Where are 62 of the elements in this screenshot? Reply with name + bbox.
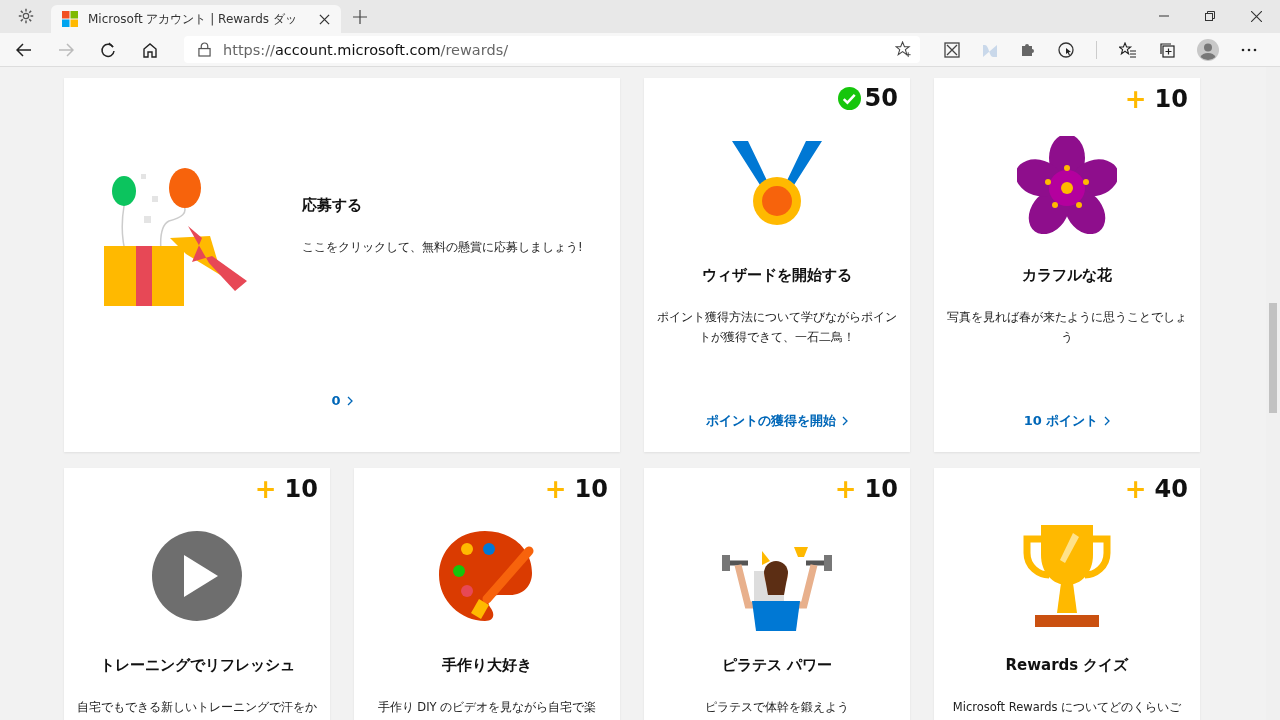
offer-card[interactable]: + 10 カラフルな花 写真を見れば春が来たように思うことでしょう 10 ポイント bbox=[934, 78, 1200, 452]
card-description: 自宅でもできる新しいトレーニングで汗をか bbox=[76, 699, 318, 716]
lock-icon bbox=[198, 42, 211, 57]
card-description: 写真を見れば春が来たように思うことでしょう bbox=[946, 309, 1188, 346]
chevron-right-icon bbox=[842, 416, 848, 426]
restore-icon[interactable] bbox=[1205, 11, 1215, 21]
card-title: カラフルな花 bbox=[1021, 266, 1113, 285]
card-link[interactable]: 10 ポイント bbox=[1023, 412, 1111, 430]
card-description: 手作り DIY のビデオを見ながら自宅で楽 bbox=[376, 699, 598, 716]
card-description: ポイント獲得方法について学びながらポイントが獲得できて、一石二鳥！ bbox=[656, 309, 898, 346]
scrollbar-thumb[interactable] bbox=[1269, 303, 1277, 413]
card-title: 手作り大好き bbox=[441, 656, 533, 675]
points-value: 10 bbox=[574, 475, 608, 503]
new-tab-icon[interactable] bbox=[353, 10, 367, 24]
offer-card[interactable]: + 10 手作り大好き 手作り DIY のビデオを見ながら自宅で楽 bbox=[354, 468, 620, 720]
url-text: https://account.microsoft.com/rewards/ bbox=[223, 41, 509, 58]
chevron-right-icon bbox=[346, 395, 353, 406]
chevron-right-icon bbox=[1104, 416, 1111, 426]
address-bar[interactable]: https://account.microsoft.com/rewards/ bbox=[184, 36, 920, 63]
plus-sign: + bbox=[544, 474, 567, 504]
card-title: 応募する bbox=[302, 196, 363, 215]
points-value: 10 bbox=[864, 475, 898, 503]
card-link[interactable]: ポイントの獲得を開始 bbox=[706, 412, 848, 430]
tab-title: Microsoft アカウント | Rewards ダッ bbox=[88, 10, 298, 28]
card-link[interactable]: 0 bbox=[64, 393, 620, 408]
card-description: ピラテスで体幹を鍛えよう bbox=[704, 699, 850, 716]
card-title: ピラテス パワー bbox=[720, 656, 834, 675]
points-value: 10 bbox=[284, 475, 318, 503]
add-favorite-icon[interactable] bbox=[895, 41, 912, 58]
x-box-icon[interactable] bbox=[944, 41, 960, 58]
favorites-icon[interactable] bbox=[1119, 41, 1137, 58]
card-title: Rewards クイズ bbox=[1004, 656, 1130, 675]
plus-sign: + bbox=[254, 474, 277, 504]
offer-card[interactable]: 応募する ここをクリックして、無料の懸賞に応募しましょう! 0 bbox=[64, 78, 620, 452]
offer-card[interactable]: + 40 Rewards クイズ Microsoft Rewards についてどのくらいご bbox=[934, 468, 1200, 720]
home-icon[interactable] bbox=[142, 41, 158, 58]
card-title: ウィザードを開始する bbox=[701, 266, 853, 285]
puzzle-icon[interactable] bbox=[1020, 41, 1036, 58]
close-icon[interactable] bbox=[1251, 11, 1262, 22]
points-value: 10 bbox=[1154, 85, 1188, 113]
windows-logo-icon bbox=[62, 11, 78, 27]
points-value: 40 bbox=[1154, 475, 1188, 503]
close-icon[interactable] bbox=[319, 13, 330, 25]
more-icon[interactable] bbox=[1241, 47, 1257, 52]
points-value: 50 bbox=[864, 84, 898, 112]
card-description: Microsoft Rewards についてどのくらいご bbox=[951, 699, 1183, 716]
plus-sign: + bbox=[834, 474, 857, 504]
plus-sign: + bbox=[1124, 84, 1147, 114]
collections-icon[interactable] bbox=[1159, 41, 1175, 58]
profile-avatar-icon[interactable] bbox=[1197, 38, 1219, 61]
offer-card[interactable]: + 10 ピラテス パワー ピラテスで体幹を鍛えよう bbox=[644, 468, 910, 720]
card-title: トレーニングでリフレッシュ bbox=[98, 656, 296, 675]
refresh-icon[interactable] bbox=[100, 41, 116, 58]
play-icon bbox=[152, 531, 242, 621]
back-icon[interactable] bbox=[16, 41, 32, 58]
offer-card[interactable]: 50 ウィザードを開始する ポイント獲得方法について学びながらポイントが獲得できて、一石二鳥！ ポイントの獲得を開始 bbox=[644, 78, 910, 452]
offer-card[interactable]: + 10 トレーニングでリフレッシュ 自宅でもできる新しいトレーニングで汗をか bbox=[64, 468, 330, 720]
settings-icon[interactable] bbox=[17, 7, 35, 25]
browser-tab[interactable]: Microsoft アカウント | Rewards ダッ bbox=[51, 5, 341, 33]
plus-sign: + bbox=[1124, 474, 1147, 504]
card-description: ここをクリックして、無料の懸賞に応募しましょう! bbox=[302, 239, 583, 256]
cursor-circle-icon[interactable] bbox=[1058, 41, 1074, 58]
